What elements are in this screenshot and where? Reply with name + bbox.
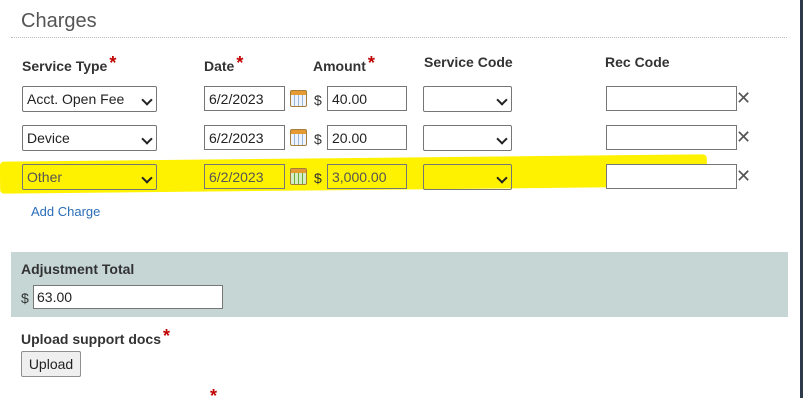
required-marker: * <box>163 326 171 346</box>
amount-input[interactable]: 20.00 <box>327 125 407 150</box>
adjustment-total-label: Adjustment Total <box>21 261 135 277</box>
chevron-down-icon <box>141 133 153 145</box>
service-code-select[interactable] <box>423 125 512 151</box>
calendar-icon[interactable] <box>290 168 307 185</box>
date-input[interactable]: 6/2/2023 <box>204 125 285 150</box>
close-icon[interactable]: ✕ <box>736 89 751 107</box>
currency-symbol: $ <box>21 290 29 306</box>
adjustment-total-input[interactable]: 63.00 <box>33 285 223 309</box>
service-type-select[interactable]: Acct. Open Fee <box>22 86 157 112</box>
chevron-down-icon <box>141 94 153 106</box>
service-type-select[interactable]: Device <box>22 125 157 151</box>
upload-button[interactable]: Upload <box>21 351 81 377</box>
required-marker: * <box>236 53 244 73</box>
rec-code-input[interactable] <box>606 164 737 189</box>
header-amount: Amount * <box>313 53 375 76</box>
chevron-down-icon <box>496 133 508 145</box>
amount-input[interactable]: 40.00 <box>327 86 407 111</box>
chevron-down-icon <box>496 94 508 106</box>
upload-support-docs: Upload support docs * <box>21 326 171 349</box>
header-amount-label: Amount <box>313 58 366 74</box>
rec-code-input[interactable] <box>606 125 737 150</box>
close-icon[interactable]: ✕ <box>736 128 751 146</box>
service-type-value: Acct. Open Fee <box>27 91 125 107</box>
service-type-value: Other <box>27 169 63 185</box>
header-service-type: Service Type * <box>22 53 117 76</box>
header-rec-code: Rec Code <box>605 54 670 70</box>
header-date-label: Date <box>204 58 235 74</box>
title-divider <box>11 37 787 38</box>
currency-symbol: $ <box>314 170 322 186</box>
service-code-select[interactable] <box>423 164 512 190</box>
header-service-code: Service Code <box>424 54 513 70</box>
currency-symbol: $ <box>314 131 322 147</box>
amount-input[interactable]: 3,000.00 <box>327 164 407 189</box>
service-type-select[interactable]: Other <box>22 164 157 190</box>
required-marker: * <box>210 386 218 406</box>
service-type-value: Device <box>27 130 70 146</box>
rec-code-input[interactable] <box>606 86 737 111</box>
required-marker: * <box>367 53 375 73</box>
section-title: Charges <box>21 10 97 32</box>
required-marker: * <box>109 53 117 73</box>
calendar-icon[interactable] <box>290 129 307 146</box>
close-icon[interactable]: ✕ <box>736 167 751 185</box>
date-input[interactable]: 6/2/2023 <box>204 164 285 189</box>
date-input[interactable]: 6/2/2023 <box>204 86 285 111</box>
currency-symbol: $ <box>314 92 322 108</box>
service-code-select[interactable] <box>423 86 512 112</box>
chevron-down-icon <box>141 172 153 184</box>
chevron-down-icon <box>496 172 508 184</box>
header-service-type-label: Service Type <box>22 58 108 74</box>
calendar-icon[interactable] <box>290 90 307 107</box>
upload-support-docs-label: Upload support docs <box>21 331 161 347</box>
header-date: Date * <box>204 53 244 76</box>
add-charge-link[interactable]: Add Charge <box>31 204 100 219</box>
